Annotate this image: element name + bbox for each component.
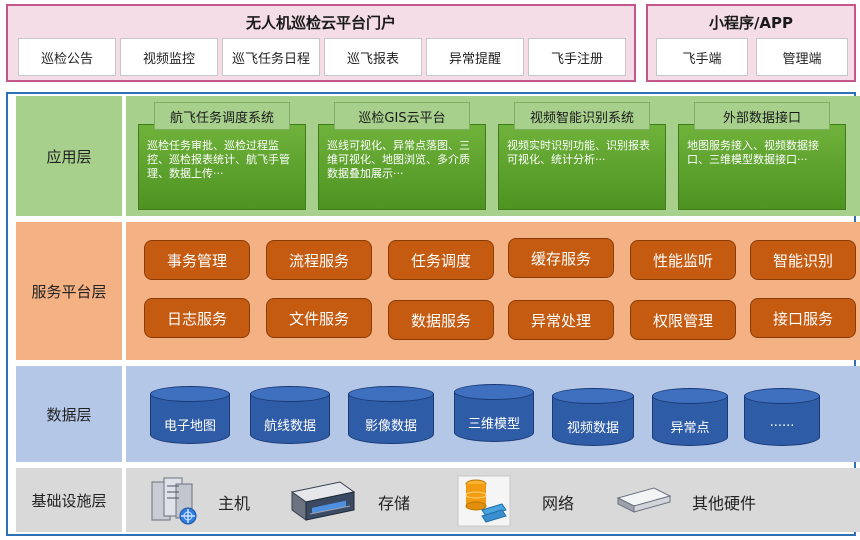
app-module-external-api[interactable]: 外部数据接口 地图服务接入、视频数据接口、三维模型数据接口··· <box>678 102 846 210</box>
network-icon <box>456 474 512 528</box>
service-interface[interactable]: 接口服务 <box>750 298 856 338</box>
service-layer-panel: 事务管理 流程服务 任务调度 缓存服务 性能监听 智能识别 日志服务 文件服务 … <box>126 222 860 360</box>
infra-label-other-hardware: 其他硬件 <box>692 494 757 513</box>
data-store-route-data[interactable]: 航线数据 <box>250 386 330 444</box>
mini-app-title: 小程序/APP <box>708 14 794 32</box>
data-store-more[interactable]: ······ <box>744 388 820 446</box>
app-module-title: 航飞任务调度系统 <box>154 102 290 130</box>
data-layer-panel: 电子地图 航线数据 影像数据 三维模型 视频数据 异常点 ······ <box>126 366 860 462</box>
data-store-3d-model[interactable]: 三维模型 <box>454 384 534 442</box>
service-file[interactable]: 文件服务 <box>266 298 372 338</box>
service-performance-monitor[interactable]: 性能监听 <box>630 240 736 280</box>
service-task-scheduling[interactable]: 任务调度 <box>388 240 494 280</box>
layer-label-infra: 基础设施层 <box>16 468 122 532</box>
hardware-icon <box>614 482 674 518</box>
app-module-title: 巡检GIS云平台 <box>334 102 470 130</box>
service-workflow[interactable]: 流程服务 <box>266 240 372 280</box>
infra-layer-panel: 主机 存储 网络 其他硬件 <box>126 468 860 532</box>
service-transaction[interactable]: 事务管理 <box>144 240 250 280</box>
infra-label-storage: 存储 <box>378 494 411 513</box>
data-store-imagery[interactable]: 影像数据 <box>348 386 434 444</box>
service-intelligent-recognition[interactable]: 智能识别 <box>750 240 856 280</box>
portal-item-anomaly-alert[interactable]: 异常提醒 <box>426 38 524 76</box>
portal-panel: 无人机巡检云平台门户 巡检公告 视频监控 巡飞任务日程 巡飞报表 异常提醒 飞手… <box>6 4 636 82</box>
infra-label-network: 网络 <box>542 494 575 513</box>
infra-label-host: 主机 <box>218 494 251 513</box>
service-cache[interactable]: 缓存服务 <box>508 238 614 278</box>
app-module-title: 视频智能识别系统 <box>514 102 650 130</box>
mini-app-item-pilot[interactable]: 飞手端 <box>656 38 748 76</box>
layer-label-data: 数据层 <box>16 366 122 462</box>
app-module-desc: 视频实时识别功能、识别报表可视化、统计分析··· <box>498 124 666 210</box>
app-module-desc: 巡检任务审批、巡检过程监控、巡检报表统计、航飞手管理、数据上传··· <box>138 124 306 210</box>
data-store-label: 异常点 <box>670 420 710 436</box>
app-module-desc: 巡线可视化、异常点落图、三维可视化、地图浏览、多介质数据叠加展示··· <box>318 124 486 210</box>
data-store-electronic-map[interactable]: 电子地图 <box>150 386 230 444</box>
app-module-video-recognition[interactable]: 视频智能识别系统 视频实时识别功能、识别报表可视化、统计分析··· <box>498 102 666 210</box>
data-store-label: 视频数据 <box>566 420 619 436</box>
data-store-anomaly-points[interactable]: 异常点 <box>652 388 728 446</box>
data-store-label: 航线数据 <box>263 418 316 434</box>
portal-item-announcement[interactable]: 巡检公告 <box>18 38 116 76</box>
service-data[interactable]: 数据服务 <box>388 300 494 340</box>
layer-label-service: 服务平台层 <box>16 222 122 360</box>
app-module-gis-cloud[interactable]: 巡检GIS云平台 巡线可视化、异常点落图、三维可视化、地图浏览、多介质数据叠加展… <box>318 102 486 210</box>
data-store-label: 电子地图 <box>163 418 216 434</box>
app-module-title: 外部数据接口 <box>694 102 830 130</box>
layer-label-app: 应用层 <box>16 96 122 216</box>
data-store-label: 三维模型 <box>467 416 520 432</box>
data-store-label: 影像数据 <box>364 418 417 434</box>
service-exception-handling[interactable]: 异常处理 <box>508 300 614 340</box>
service-permission[interactable]: 权限管理 <box>630 300 736 340</box>
server-host-icon <box>150 476 198 526</box>
architecture-frame: 应用层 航飞任务调度系统 巡检任务审批、巡检过程监控、巡检报表统计、航飞手管理、… <box>6 92 860 536</box>
data-store-video[interactable]: 视频数据 <box>552 388 634 446</box>
mini-app-item-admin[interactable]: 管理端 <box>756 38 848 76</box>
portal-title: 无人机巡检云平台门户 <box>245 14 396 32</box>
portal-item-flight-schedule[interactable]: 巡飞任务日程 <box>222 38 320 76</box>
mini-app-panel: 小程序/APP 飞手端 管理端 <box>646 4 856 82</box>
service-logging[interactable]: 日志服务 <box>144 298 250 338</box>
data-store-label: ······ <box>769 418 795 434</box>
storage-icon <box>288 478 358 524</box>
app-module-desc: 地图服务接入、视频数据接口、三维模型数据接口··· <box>678 124 846 210</box>
app-layer-panel: 航飞任务调度系统 巡检任务审批、巡检过程监控、巡检报表统计、航飞手管理、数据上传… <box>126 96 860 216</box>
portal-item-video-monitor[interactable]: 视频监控 <box>120 38 218 76</box>
portal-item-pilot-register[interactable]: 飞手注册 <box>528 38 626 76</box>
portal-item-flight-report[interactable]: 巡飞报表 <box>324 38 422 76</box>
app-module-flight-dispatch[interactable]: 航飞任务调度系统 巡检任务审批、巡检过程监控、巡检报表统计、航飞手管理、数据上传… <box>138 102 306 210</box>
